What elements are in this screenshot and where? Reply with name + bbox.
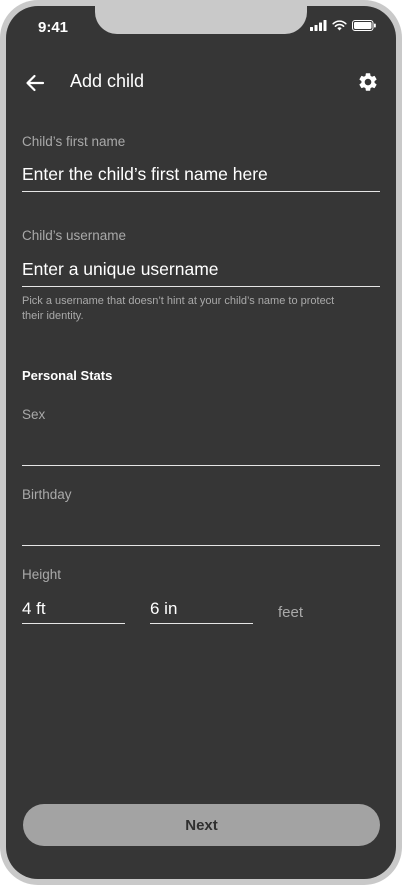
next-button[interactable]: Next xyxy=(23,804,380,846)
height-feet-field[interactable]: 4 ft xyxy=(22,599,125,624)
personal-stats-heading: Personal Stats xyxy=(22,368,113,383)
birthday-field[interactable] xyxy=(22,522,380,546)
back-button[interactable] xyxy=(24,72,46,94)
username-input[interactable] xyxy=(22,259,380,287)
birthday-label: Birthday xyxy=(22,487,72,502)
sex-select[interactable] xyxy=(22,442,380,466)
first-name-label: Child’s first name xyxy=(22,134,126,149)
height-inches-field[interactable]: 6 in xyxy=(150,599,253,624)
status-time: 9:41 xyxy=(38,19,69,36)
username-label: Child’s username xyxy=(22,228,127,243)
gear-icon xyxy=(359,73,377,91)
cellular-signal-icon xyxy=(310,20,327,31)
battery-icon xyxy=(352,20,376,31)
username-helper-text: Pick a username that doesn’t hint at you… xyxy=(22,295,335,322)
page-title: Add child xyxy=(70,71,145,91)
first-name-input[interactable] xyxy=(22,164,380,192)
sex-label: Sex xyxy=(22,407,46,422)
app-screen: 9:41 Add child Child’s first name Enter … xyxy=(6,6,396,879)
height-label: Height xyxy=(22,567,62,582)
wifi-icon xyxy=(332,20,347,31)
height-unit-toggle[interactable]: feet xyxy=(278,604,303,621)
arrow-left-icon xyxy=(26,74,45,92)
settings-button[interactable] xyxy=(357,71,379,93)
device-notch xyxy=(95,6,307,34)
device-frame: 9:41 Add child Child’s first name Enter … xyxy=(0,0,402,885)
status-icons xyxy=(310,20,376,31)
